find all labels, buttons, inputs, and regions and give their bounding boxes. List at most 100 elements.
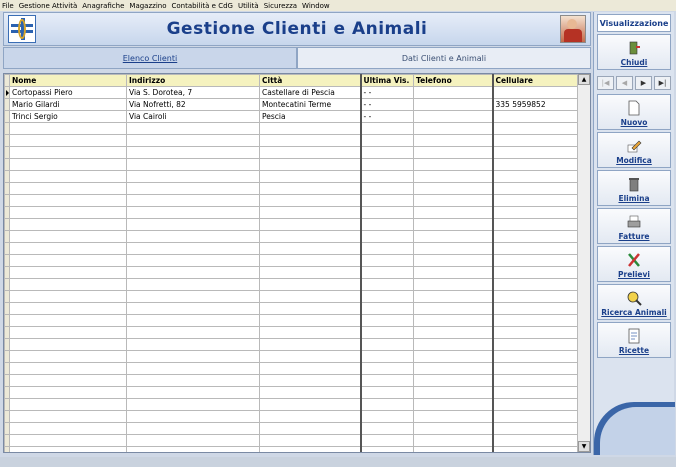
menu-magazzino[interactable]: Magazzino: [129, 2, 166, 10]
cell-citta[interactable]: [259, 242, 362, 255]
cell-citta[interactable]: [259, 446, 362, 452]
cell-nome[interactable]: Trinci Sergio: [9, 110, 127, 123]
cell-telefono[interactable]: [413, 290, 494, 303]
cell-cellulare[interactable]: [492, 170, 579, 183]
cell-telefono[interactable]: [413, 170, 494, 183]
cell-ultima[interactable]: - -: [360, 86, 414, 99]
menu-anagrafiche[interactable]: Anagrafiche: [82, 2, 124, 10]
cell-telefono[interactable]: [413, 410, 494, 423]
cell-cellulare[interactable]: [492, 434, 579, 447]
cell-nome[interactable]: [9, 278, 127, 291]
cell-citta[interactable]: [259, 194, 362, 207]
cell-indirizzo[interactable]: [126, 122, 260, 135]
cell-ultima[interactable]: [360, 230, 414, 243]
col-header-telefono[interactable]: Telefono: [413, 74, 494, 87]
cell-ultima[interactable]: [360, 302, 414, 315]
cell-citta[interactable]: [259, 386, 362, 399]
cell-citta[interactable]: [259, 218, 362, 231]
cell-citta[interactable]: [259, 302, 362, 315]
cell-telefono[interactable]: [413, 374, 494, 387]
cell-telefono[interactable]: [413, 146, 494, 159]
table-row[interactable]: [4, 386, 579, 399]
table-row[interactable]: [4, 158, 579, 171]
cell-telefono[interactable]: [413, 434, 494, 447]
table-row[interactable]: [4, 398, 579, 411]
cell-ultima[interactable]: [360, 386, 414, 399]
cell-indirizzo[interactable]: Via Nofretti, 82: [126, 98, 260, 111]
cell-ultima[interactable]: [360, 158, 414, 171]
col-header-ultima-visita[interactable]: Ultima Vis.: [360, 74, 414, 87]
cell-citta[interactable]: [259, 374, 362, 387]
table-row[interactable]: [4, 410, 579, 423]
cell-telefono[interactable]: [413, 422, 494, 435]
table-row[interactable]: [4, 122, 579, 135]
table-row[interactable]: [4, 218, 579, 231]
cell-telefono[interactable]: [413, 302, 494, 315]
cell-cellulare[interactable]: [492, 314, 579, 327]
cell-nome[interactable]: [9, 302, 127, 315]
edit-button[interactable]: Modifica: [597, 132, 671, 168]
cell-citta[interactable]: [259, 410, 362, 423]
cell-citta[interactable]: [259, 326, 362, 339]
table-row[interactable]: [4, 134, 579, 147]
search-animals-button[interactable]: Ricerca Animali: [597, 284, 671, 320]
cell-nome[interactable]: [9, 254, 127, 267]
cell-cellulare[interactable]: [492, 146, 579, 159]
table-row[interactable]: [4, 146, 579, 159]
cell-citta[interactable]: [259, 314, 362, 327]
table-row[interactable]: [4, 338, 579, 351]
cell-indirizzo[interactable]: Via Cairoli: [126, 110, 260, 123]
cell-ultima[interactable]: [360, 134, 414, 147]
table-row[interactable]: [4, 350, 579, 363]
cell-telefono[interactable]: [413, 338, 494, 351]
cell-indirizzo[interactable]: [126, 278, 260, 291]
vertical-scrollbar[interactable]: ▲ ▼: [577, 74, 590, 452]
cell-indirizzo[interactable]: [126, 206, 260, 219]
cell-ultima[interactable]: [360, 182, 414, 195]
cell-nome[interactable]: [9, 206, 127, 219]
cell-telefono[interactable]: [413, 86, 494, 99]
table-row[interactable]: [4, 194, 579, 207]
invoices-button[interactable]: Fatture: [597, 208, 671, 244]
cell-indirizzo[interactable]: [126, 410, 260, 423]
table-row[interactable]: [4, 362, 579, 375]
cell-indirizzo[interactable]: [126, 170, 260, 183]
cell-ultima[interactable]: [360, 326, 414, 339]
table-row[interactable]: [4, 422, 579, 435]
cell-citta[interactable]: [259, 134, 362, 147]
cell-ultima[interactable]: [360, 266, 414, 279]
cell-cellulare[interactable]: [492, 338, 579, 351]
cell-nome[interactable]: [9, 266, 127, 279]
table-row[interactable]: [4, 446, 579, 452]
cell-indirizzo[interactable]: [126, 362, 260, 375]
cell-telefono[interactable]: [413, 182, 494, 195]
table-row[interactable]: [4, 242, 579, 255]
menu-sicurezza[interactable]: Sicurezza: [264, 2, 297, 10]
cell-citta[interactable]: [259, 398, 362, 411]
cell-ultima[interactable]: - -: [360, 110, 414, 123]
cell-ultima[interactable]: [360, 242, 414, 255]
cell-indirizzo[interactable]: [126, 218, 260, 231]
table-row[interactable]: [4, 314, 579, 327]
cell-nome[interactable]: [9, 170, 127, 183]
tab-dati-clienti-animali[interactable]: Dati Clienti e Animali: [297, 47, 591, 69]
col-header-nome[interactable]: Nome: [9, 74, 127, 87]
cell-cellulare[interactable]: [492, 350, 579, 363]
cell-nome[interactable]: [9, 326, 127, 339]
cell-cellulare[interactable]: [492, 230, 579, 243]
cell-ultima[interactable]: [360, 146, 414, 159]
new-button[interactable]: Nuovo: [597, 94, 671, 130]
cell-nome[interactable]: [9, 290, 127, 303]
tab-elenco-clienti[interactable]: Elenco Clienti: [3, 47, 297, 69]
table-row[interactable]: [4, 230, 579, 243]
cell-ultima[interactable]: [360, 350, 414, 363]
cell-cellulare[interactable]: [492, 446, 579, 452]
cell-nome[interactable]: Mario Gilardi: [9, 98, 127, 111]
last-record-button[interactable]: ▶|: [654, 76, 671, 90]
table-row[interactable]: [4, 254, 579, 267]
cell-ultima[interactable]: [360, 314, 414, 327]
cell-indirizzo[interactable]: [126, 230, 260, 243]
cell-citta[interactable]: [259, 254, 362, 267]
cell-indirizzo[interactable]: [126, 446, 260, 452]
menu-gestione-attivita[interactable]: Gestione Attività: [19, 2, 78, 10]
